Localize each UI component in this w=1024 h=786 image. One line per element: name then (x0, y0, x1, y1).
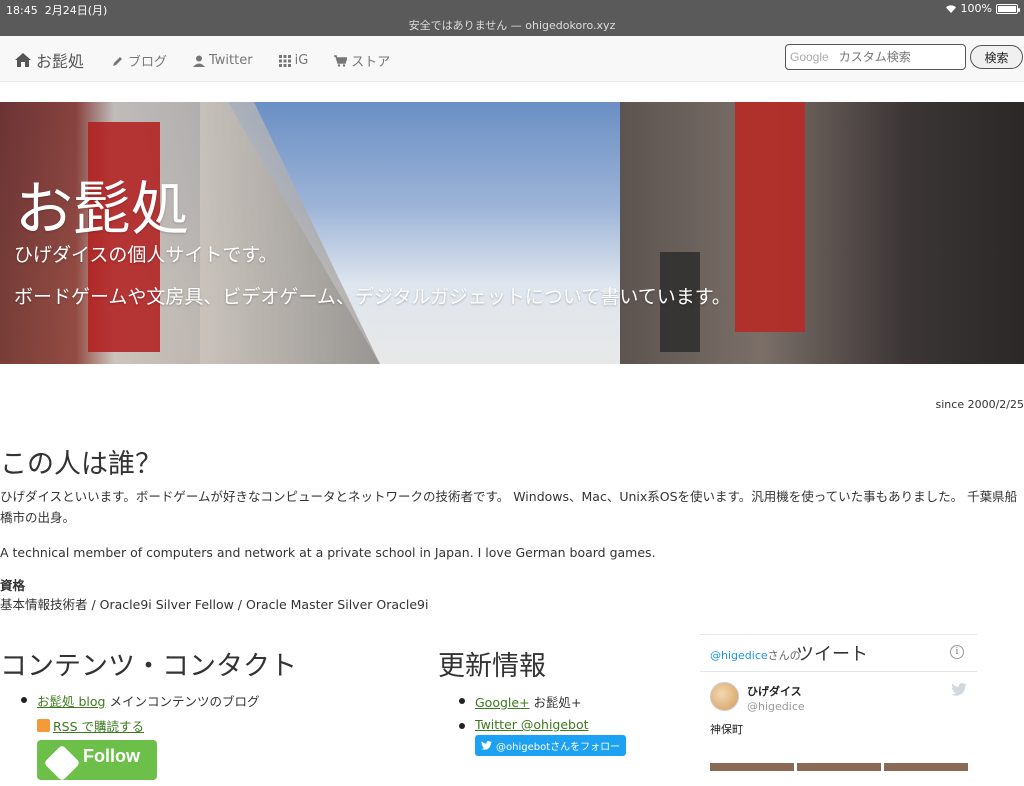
hero-photo-sign (735, 102, 805, 332)
search-input[interactable] (838, 50, 959, 64)
tweet-media[interactable] (710, 763, 968, 771)
cert-heading: 資格 (0, 578, 26, 593)
blog-link[interactable]: お髭処 blog (37, 694, 105, 709)
grid-icon (278, 54, 291, 67)
list-item: Google+ お髭処+ (459, 692, 626, 711)
google-plus-description: お髭処+ (529, 695, 582, 710)
nav-item-twitter[interactable]: Twitter (193, 51, 253, 70)
avatar[interactable] (710, 682, 739, 711)
twitter-handle[interactable]: @higedice (710, 649, 768, 662)
contents-heading: コンテンツ・コンタクト (0, 651, 297, 682)
cart-icon (334, 54, 348, 67)
brand-label: お髭処 (36, 52, 85, 71)
twitter-bird-icon[interactable] (951, 683, 967, 696)
follow-label: @ohigebotさんをフォロー (496, 742, 621, 753)
twitter-follow-button[interactable]: @ohigebotさんをフォロー (475, 735, 627, 756)
twitter-widget-header: @higediceさんの ツイート i (700, 635, 977, 672)
feedly-icon (43, 744, 81, 782)
feedly-follow-button[interactable]: Follow (37, 740, 157, 782)
nav-item-blog[interactable]: ブログ (112, 51, 167, 70)
status-bar: 18:45 2月24日(月) 100% 安全ではありません — ohigedok… (0, 0, 1024, 36)
updates-heading: 更新情報 (438, 651, 546, 682)
nav-menu: ブログ Twitter iG ストア (112, 51, 390, 70)
clock: 18:45 (6, 4, 38, 17)
search-button[interactable]: 検索 (970, 45, 1023, 69)
tweet-author-handle[interactable]: @higedice (747, 700, 805, 713)
twitter-widget-title: ツイート (796, 644, 868, 665)
rss-label[interactable]: RSS で購読する (53, 716, 144, 735)
battery-icon (996, 3, 1020, 14)
twitter-bird-icon (481, 741, 492, 750)
about-text-jp: ひげダイスといいます。ボードゲームが好きなコンピュータとネットワークの技術者です… (0, 489, 1018, 525)
hero-photo-building (200, 102, 380, 364)
list-item: Twitter @ohigebot @ohigebotさんをフォロー (459, 717, 627, 756)
status-indicators: 100% (945, 2, 1020, 15)
status-time: 18:45 2月24日(月) (6, 2, 107, 18)
since-date: since 2000/2/25 (935, 398, 1024, 411)
list-item: お髭処 blog メインコンテンツのブログ RSS で購読する Follow (21, 691, 260, 782)
contents-list: お髭処 blog メインコンテンツのブログ RSS で購読する Follow (21, 691, 260, 786)
nav-item-store[interactable]: ストア (334, 51, 390, 70)
about-heading: この人は誰？ (0, 449, 162, 480)
twitter-handle-link[interactable]: @higediceさんの (710, 647, 801, 663)
tweet-text: 神保町 (710, 723, 743, 736)
hero-subtitle: ひげダイスの個人サイトです。 (14, 244, 278, 266)
updates-list: Google+ お髭処+ Twitter @ohigebot @ohigebot… (459, 692, 627, 762)
hero-banner: お髭処 ひげダイスの個人サイトです。 ボードゲームや文房具、ビデオゲーム、デジタ… (0, 102, 1024, 364)
tweet-author-name[interactable]: ひげダイス (747, 683, 802, 699)
hero-title: お髭処 (15, 175, 190, 243)
search-box[interactable]: Google (785, 44, 966, 70)
pencil-icon (113, 56, 122, 66)
bullet (21, 697, 27, 703)
site-navbar: お髭処 ブログ Twitter iG ストア Google 検索 (0, 36, 1024, 82)
bullet (459, 723, 465, 729)
twitter-timeline-widget: @higediceさんの ツイート i ひげダイス @higedice 神保町 (700, 634, 977, 771)
wifi-icon (945, 4, 956, 13)
twitter-bot-link[interactable]: Twitter @ohigebot (475, 717, 589, 732)
google-plus-link[interactable]: Google+ (475, 695, 530, 710)
info-icon[interactable]: i (950, 645, 964, 659)
nav-item-label: iG (294, 53, 309, 68)
hero-description: ボードゲームや文房具、ビデオゲーム、デジタルガジェットについて書いています。 (14, 286, 731, 308)
rss-icon (37, 719, 50, 732)
cert-list: 基本情報技術者 / Oracle9i Silver Fellow / Oracl… (0, 597, 429, 612)
user-icon (193, 55, 206, 67)
date: 2月24日(月) (44, 4, 108, 17)
about-text-en: A technical member of computers and netw… (0, 545, 656, 560)
url-bar[interactable]: 安全ではありません — ohigedokoro.xyz (0, 17, 1024, 33)
bullet (459, 698, 465, 704)
rss-link[interactable]: RSS で購読する (37, 716, 259, 735)
nav-item-label: ストア (351, 55, 391, 70)
google-logo: Google (790, 50, 829, 64)
feedly-label: Follow (83, 746, 140, 766)
brand-link[interactable]: お髭処 (14, 48, 84, 72)
battery-percent: 100% (960, 2, 992, 15)
nav-item-label: ブログ (128, 55, 168, 70)
nav-item-label: Twitter (209, 53, 253, 68)
nav-item-ig[interactable]: iG (278, 51, 309, 70)
home-icon (15, 53, 31, 67)
blog-description: メインコンテンツのブログ (105, 694, 260, 709)
